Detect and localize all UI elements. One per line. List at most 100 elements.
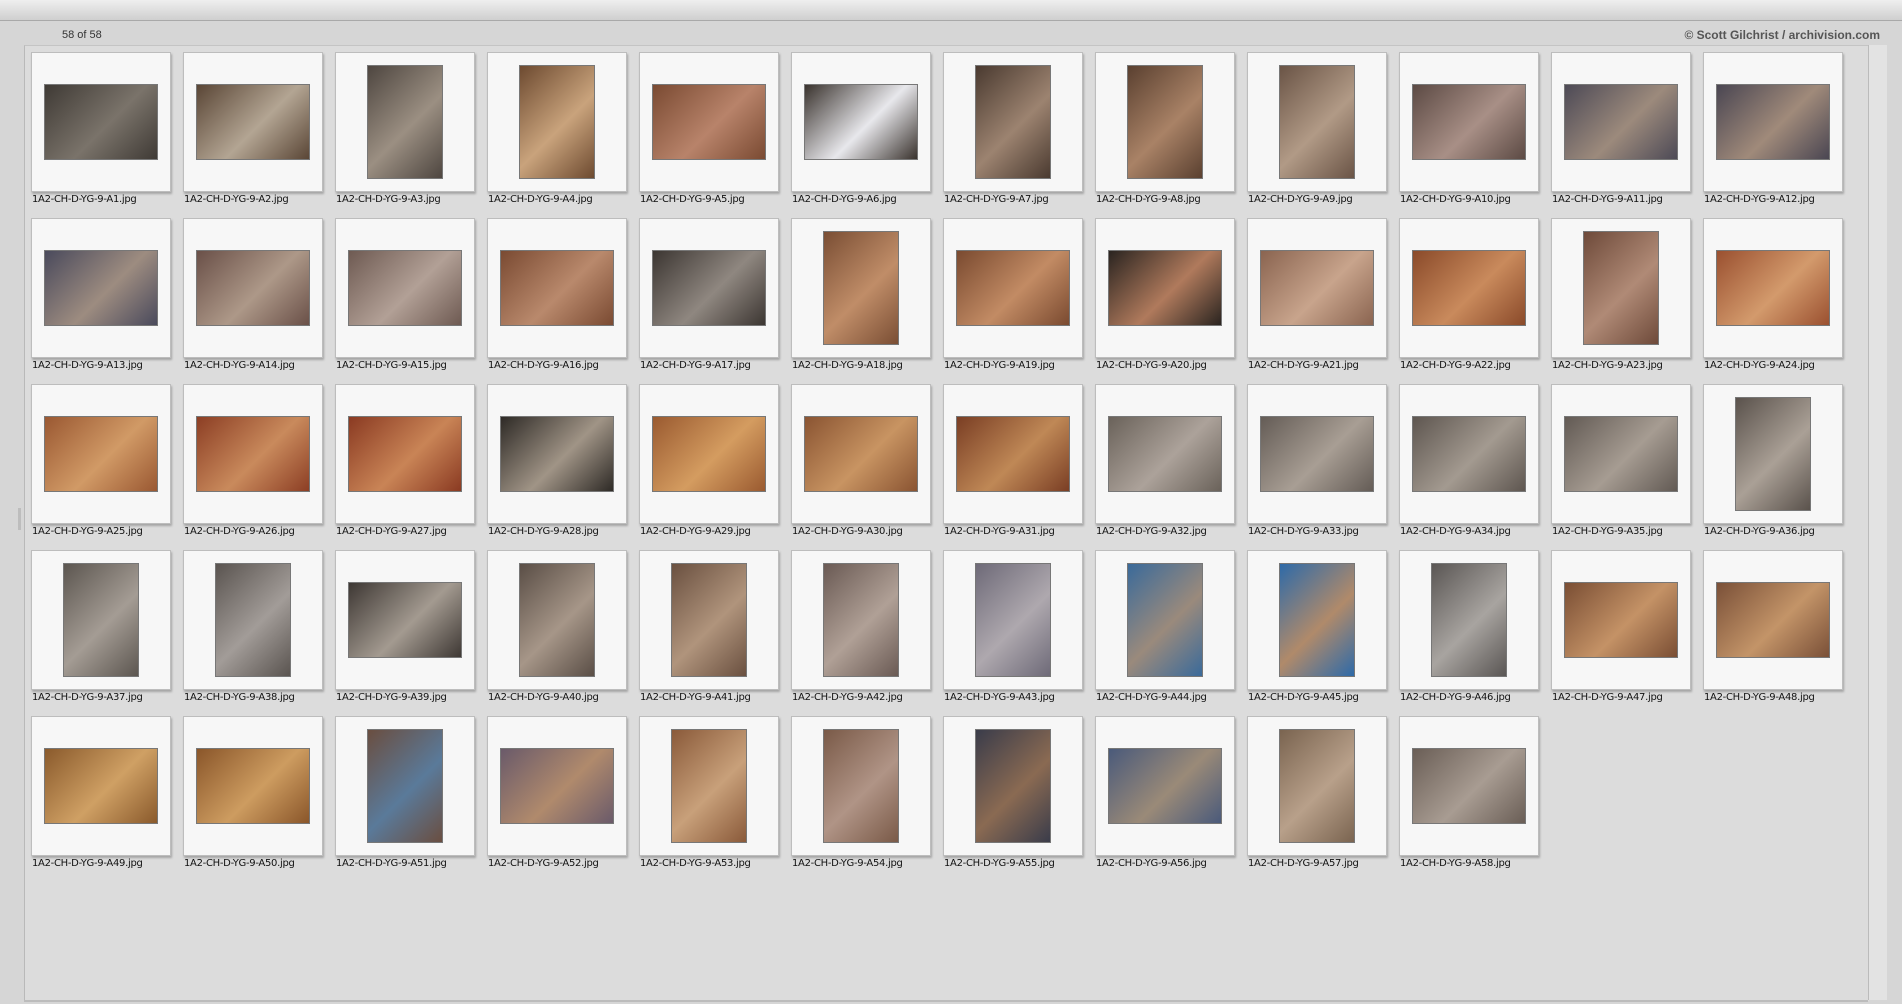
thumbnail-frame[interactable] bbox=[1247, 384, 1387, 524]
thumbnail-image[interactable] bbox=[1279, 563, 1355, 677]
thumbnail-item[interactable]: 1A2-CH-D-YG-9-A11.jpg bbox=[1551, 52, 1691, 218]
thumbnail-image[interactable] bbox=[1127, 65, 1203, 179]
thumbnail-frame[interactable] bbox=[1247, 218, 1387, 358]
thumbnail-frame[interactable] bbox=[1095, 716, 1235, 856]
thumbnail-image[interactable] bbox=[652, 250, 766, 326]
thumbnail-item[interactable]: 1A2-CH-D-YG-9-A5.jpg bbox=[639, 52, 779, 218]
thumbnail-item[interactable]: 1A2-CH-D-YG-9-A29.jpg bbox=[639, 384, 779, 550]
thumbnail-image[interactable] bbox=[1279, 729, 1355, 843]
thumbnail-item[interactable]: 1A2-CH-D-YG-9-A14.jpg bbox=[183, 218, 323, 384]
thumbnail-image[interactable] bbox=[500, 416, 614, 492]
thumbnail-frame[interactable] bbox=[335, 52, 475, 192]
thumbnail-frame[interactable] bbox=[335, 550, 475, 690]
thumbnail-item[interactable]: 1A2-CH-D-YG-9-A16.jpg bbox=[487, 218, 627, 384]
thumbnail-frame[interactable] bbox=[791, 384, 931, 524]
thumbnail-frame[interactable] bbox=[639, 384, 779, 524]
thumbnail-image[interactable] bbox=[1716, 250, 1830, 326]
thumbnail-item[interactable]: 1A2-CH-D-YG-9-A40.jpg bbox=[487, 550, 627, 716]
thumbnail-frame[interactable] bbox=[1703, 550, 1843, 690]
thumbnail-frame[interactable] bbox=[639, 218, 779, 358]
thumbnail-item[interactable]: 1A2-CH-D-YG-9-A25.jpg bbox=[31, 384, 171, 550]
thumbnail-item[interactable]: 1A2-CH-D-YG-9-A49.jpg bbox=[31, 716, 171, 882]
thumbnail-item[interactable]: 1A2-CH-D-YG-9-A19.jpg bbox=[943, 218, 1083, 384]
thumbnail-image[interactable] bbox=[44, 84, 158, 160]
thumbnail-item[interactable]: 1A2-CH-D-YG-9-A6.jpg bbox=[791, 52, 931, 218]
thumbnail-image[interactable] bbox=[196, 748, 310, 824]
thumbnail-frame[interactable] bbox=[183, 218, 323, 358]
thumbnail-image[interactable] bbox=[1412, 416, 1526, 492]
thumbnail-frame[interactable] bbox=[1551, 52, 1691, 192]
thumbnail-item[interactable]: 1A2-CH-D-YG-9-A27.jpg bbox=[335, 384, 475, 550]
thumbnail-image[interactable] bbox=[196, 84, 310, 160]
thumbnail-item[interactable]: 1A2-CH-D-YG-9-A47.jpg bbox=[1551, 550, 1691, 716]
thumbnail-image[interactable] bbox=[44, 748, 158, 824]
thumbnail-item[interactable]: 1A2-CH-D-YG-9-A48.jpg bbox=[1703, 550, 1843, 716]
thumbnail-image[interactable] bbox=[804, 84, 918, 160]
thumbnail-item[interactable]: 1A2-CH-D-YG-9-A31.jpg bbox=[943, 384, 1083, 550]
thumbnail-image[interactable] bbox=[1564, 416, 1678, 492]
thumbnail-item[interactable]: 1A2-CH-D-YG-9-A35.jpg bbox=[1551, 384, 1691, 550]
thumbnail-image[interactable] bbox=[956, 250, 1070, 326]
thumbnail-image[interactable] bbox=[956, 416, 1070, 492]
thumbnail-image[interactable] bbox=[348, 582, 462, 658]
thumbnail-item[interactable]: 1A2-CH-D-YG-9-A2.jpg bbox=[183, 52, 323, 218]
thumbnail-frame[interactable] bbox=[1095, 52, 1235, 192]
thumbnail-frame[interactable] bbox=[1399, 550, 1539, 690]
thumbnail-frame[interactable] bbox=[487, 384, 627, 524]
thumbnail-frame[interactable] bbox=[943, 716, 1083, 856]
thumbnail-item[interactable]: 1A2-CH-D-YG-9-A41.jpg bbox=[639, 550, 779, 716]
thumbnail-image[interactable] bbox=[44, 250, 158, 326]
thumbnail-item[interactable]: 1A2-CH-D-YG-9-A12.jpg bbox=[1703, 52, 1843, 218]
thumbnail-frame[interactable] bbox=[31, 52, 171, 192]
thumbnail-frame[interactable] bbox=[31, 716, 171, 856]
thumbnail-frame[interactable] bbox=[1399, 218, 1539, 358]
thumbnail-image[interactable] bbox=[1431, 563, 1507, 677]
thumbnail-item[interactable]: 1A2-CH-D-YG-9-A38.jpg bbox=[183, 550, 323, 716]
thumbnail-image[interactable] bbox=[348, 250, 462, 326]
thumbnail-item[interactable]: 1A2-CH-D-YG-9-A32.jpg bbox=[1095, 384, 1235, 550]
thumbnail-image[interactable] bbox=[63, 563, 139, 677]
thumbnail-item[interactable]: 1A2-CH-D-YG-9-A53.jpg bbox=[639, 716, 779, 882]
thumbnail-item[interactable]: 1A2-CH-D-YG-9-A50.jpg bbox=[183, 716, 323, 882]
thumbnail-image[interactable] bbox=[1127, 563, 1203, 677]
thumbnail-frame[interactable] bbox=[943, 384, 1083, 524]
thumbnail-image[interactable] bbox=[1564, 84, 1678, 160]
thumbnail-frame[interactable] bbox=[183, 52, 323, 192]
thumbnail-item[interactable]: 1A2-CH-D-YG-9-A44.jpg bbox=[1095, 550, 1235, 716]
thumbnail-image[interactable] bbox=[975, 563, 1051, 677]
thumbnail-image[interactable] bbox=[196, 416, 310, 492]
thumbnail-item[interactable]: 1A2-CH-D-YG-9-A28.jpg bbox=[487, 384, 627, 550]
thumbnail-frame[interactable] bbox=[791, 218, 931, 358]
thumbnail-item[interactable]: 1A2-CH-D-YG-9-A34.jpg bbox=[1399, 384, 1539, 550]
thumbnail-image[interactable] bbox=[671, 729, 747, 843]
thumbnail-item[interactable]: 1A2-CH-D-YG-9-A45.jpg bbox=[1247, 550, 1387, 716]
thumbnail-image[interactable] bbox=[367, 729, 443, 843]
thumbnail-frame[interactable] bbox=[1095, 218, 1235, 358]
thumbnail-frame[interactable] bbox=[31, 218, 171, 358]
thumbnail-image[interactable] bbox=[1260, 416, 1374, 492]
thumbnail-frame[interactable] bbox=[1703, 52, 1843, 192]
thumbnail-image[interactable] bbox=[44, 416, 158, 492]
thumbnail-item[interactable]: 1A2-CH-D-YG-9-A22.jpg bbox=[1399, 218, 1539, 384]
thumbnail-frame[interactable] bbox=[335, 716, 475, 856]
thumbnail-item[interactable]: 1A2-CH-D-YG-9-A43.jpg bbox=[943, 550, 1083, 716]
thumbnail-item[interactable]: 1A2-CH-D-YG-9-A52.jpg bbox=[487, 716, 627, 882]
thumbnail-item[interactable]: 1A2-CH-D-YG-9-A30.jpg bbox=[791, 384, 931, 550]
thumbnail-item[interactable]: 1A2-CH-D-YG-9-A37.jpg bbox=[31, 550, 171, 716]
thumbnail-image[interactable] bbox=[519, 563, 595, 677]
thumbnail-image[interactable] bbox=[1716, 84, 1830, 160]
thumbnail-item[interactable]: 1A2-CH-D-YG-9-A56.jpg bbox=[1095, 716, 1235, 882]
thumbnail-frame[interactable] bbox=[1095, 384, 1235, 524]
thumbnail-image[interactable] bbox=[519, 65, 595, 179]
thumbnail-item[interactable]: 1A2-CH-D-YG-9-A4.jpg bbox=[487, 52, 627, 218]
thumbnail-image[interactable] bbox=[804, 416, 918, 492]
thumbnail-image[interactable] bbox=[823, 729, 899, 843]
thumbnail-frame[interactable] bbox=[943, 52, 1083, 192]
thumbnail-image[interactable] bbox=[671, 563, 747, 677]
thumbnail-image[interactable] bbox=[1412, 250, 1526, 326]
thumbnail-image[interactable] bbox=[975, 65, 1051, 179]
thumbnail-frame[interactable] bbox=[943, 550, 1083, 690]
vertical-scrollbar[interactable] bbox=[1868, 45, 1887, 1000]
thumbnail-item[interactable]: 1A2-CH-D-YG-9-A3.jpg bbox=[335, 52, 475, 218]
thumbnail-frame[interactable] bbox=[791, 716, 931, 856]
